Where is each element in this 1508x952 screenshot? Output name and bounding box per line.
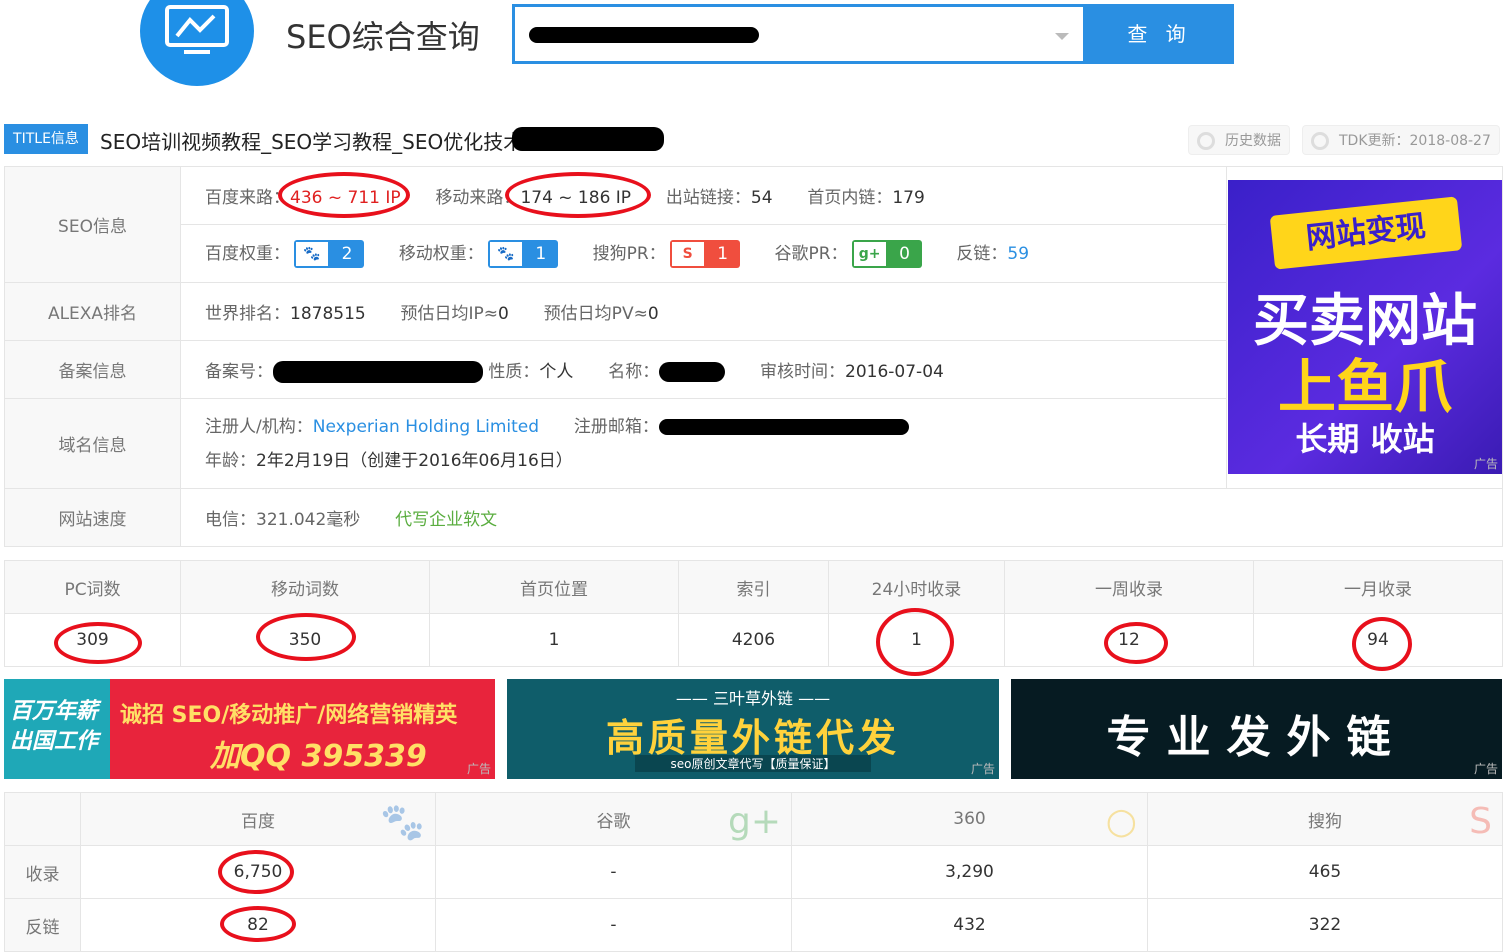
outlinks-value: 54 (750, 188, 773, 208)
telecom-speed: 电信：321.042毫秒 (205, 510, 361, 530)
domain-info-label: 域名信息 (4, 398, 181, 489)
database-icon (1197, 132, 1215, 150)
site-logo (140, 0, 254, 86)
title-info-badge: TITLE信息 (4, 124, 88, 154)
row-label: 收录 (4, 845, 81, 899)
google-plus-icon: g+ (727, 801, 781, 842)
site-title-text: SEO培训视频教程_SEO学习教程_SEO优化技术 (100, 130, 524, 154)
engine-header-sogou: 搜狗 S (1147, 792, 1503, 846)
domain-search-input[interactable] (512, 4, 1086, 64)
engine-value: - (435, 845, 792, 899)
registrant-link[interactable]: Nexperian Holding Limited (313, 417, 539, 437)
side-ad-banner[interactable]: 网站变现 买卖网站 上鱼爪 长期 收站 广告 (1228, 180, 1502, 474)
backlinks-link[interactable]: 59 (1007, 244, 1029, 264)
engine-header-baidu: 百度 🐾 (80, 792, 436, 846)
baidu-weight-badge[interactable]: 🐾 2 (294, 240, 364, 268)
refresh-icon (1311, 132, 1329, 150)
domain-age: 2年2月19日（创建于2016年06月16日） (256, 450, 573, 471)
stat-header: 一周收录 (1004, 560, 1254, 614)
backlink-ad-banner[interactable]: —— 三叶草外链 —— 高质量外链代发 seo原创文章代写【质量保证】 广告 (507, 679, 999, 779)
highlight-circle (54, 622, 142, 664)
redacted-title (512, 127, 664, 151)
highlight-circle (1352, 617, 1412, 671)
stat-value[interactable]: 4206 (678, 613, 829, 667)
speed-label: 网站速度 (4, 488, 181, 547)
innerlinks-value: 179 (892, 188, 925, 208)
engine-value[interactable]: 3,290 (791, 845, 1148, 899)
softtext-link[interactable]: 代写企业软文 (395, 510, 497, 530)
engine-value[interactable]: 322 (1147, 898, 1503, 952)
sogou-icon: S (1469, 801, 1492, 842)
baidu-paw-icon: 🐾 (294, 240, 330, 268)
highlight-circle (278, 172, 410, 218)
page-title: SEO综合查询 (286, 18, 480, 56)
row-label: 反链 (4, 898, 81, 952)
highlight-circle (1104, 622, 1168, 664)
stat-value[interactable]: 1 (429, 613, 679, 667)
world-rank-value: 1878515 (290, 304, 366, 324)
stat-header: 24小时收录 (828, 560, 1005, 614)
monitor-chart-icon (165, 5, 229, 54)
redacted-site-name (659, 361, 726, 382)
engine-value[interactable]: 465 (1147, 845, 1503, 899)
history-data-button[interactable]: 历史数据 (1188, 125, 1290, 155)
engine-header-google: 谷歌 g+ (435, 792, 792, 846)
engine-value[interactable]: 432 (791, 898, 1148, 952)
sogou-icon: S (669, 240, 706, 268)
recruit-ad-banner[interactable]: 百万年薪 出国工作 诚招 SEO/移动推广/网络营销精英 加QQ 395339 … (4, 679, 495, 779)
keyword-stats-table: PC词数 移动词数 首页位置 索引 24小时收录 一周收录 一月收录 309 3… (4, 560, 1503, 667)
mobile-paw-icon: 🐾 (487, 240, 524, 268)
highlight-circle (256, 613, 356, 661)
highlight-circle (876, 608, 954, 676)
chevron-down-icon[interactable] (1055, 33, 1069, 40)
stat-header: PC词数 (4, 560, 181, 614)
stat-header: 首页位置 (429, 560, 679, 614)
seo-info-label: SEO信息 (4, 166, 181, 283)
stat-header: 一月收录 (1253, 560, 1503, 614)
redacted-icp-number (273, 360, 483, 383)
redacted-domain (529, 27, 759, 43)
highlight-circle (505, 172, 651, 218)
stat-header: 移动词数 (180, 560, 430, 614)
engine-header-360: 360 ○ (791, 792, 1148, 846)
stat-header: 索引 (678, 560, 829, 614)
search-button[interactable]: 查 询 (1085, 4, 1234, 64)
alexa-label: ALEXA排名 (4, 282, 181, 341)
magnifier-icon: ○ (1105, 801, 1137, 842)
baidu-paw-icon: 🐾 (380, 802, 425, 843)
mobile-weight-badge[interactable]: 🐾 1 (487, 240, 558, 268)
redacted-email (658, 418, 909, 435)
engine-value: - (435, 898, 792, 952)
google-pr-badge[interactable]: g+ 0 (851, 240, 922, 268)
tdk-update-button[interactable]: TDK更新：2018-08-27 (1302, 125, 1500, 155)
highlight-circle (220, 906, 296, 942)
audit-date: 2016-07-04 (845, 361, 944, 382)
google-plus-icon: g+ (851, 240, 888, 268)
icp-label: 备案信息 (4, 340, 181, 399)
pro-backlink-ad-banner[interactable]: 专业发外链 广告 (1011, 679, 1502, 779)
sogou-pr-badge[interactable]: S1 (669, 240, 740, 268)
highlight-circle (218, 850, 294, 894)
